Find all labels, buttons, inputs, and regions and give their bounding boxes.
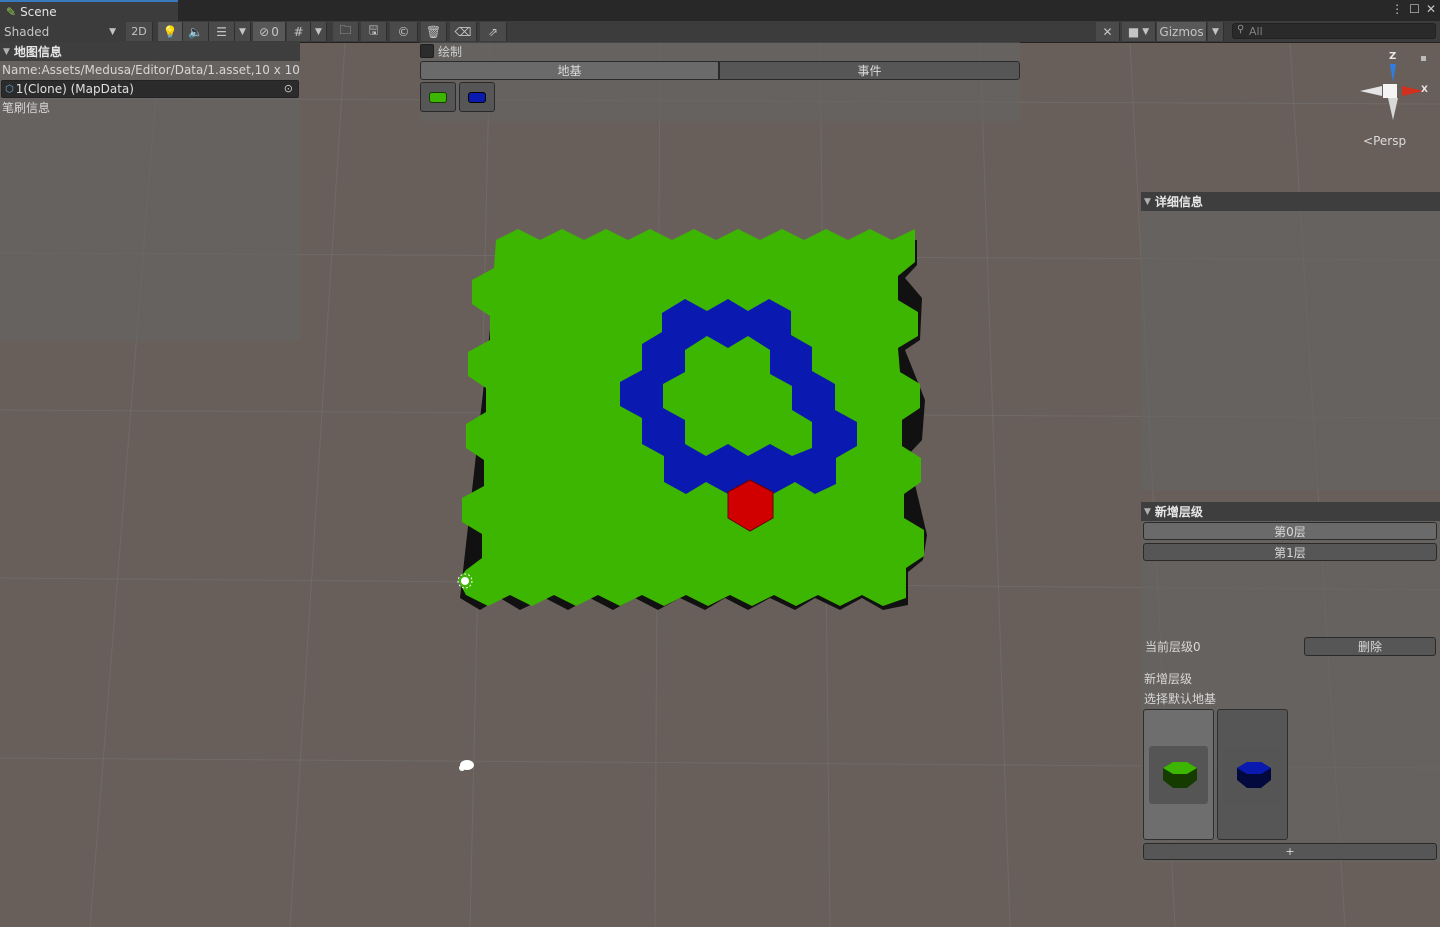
delete-layer-button[interactable]: 删除 [1304,637,1436,656]
layer-item-0-label: 第0层 [1274,524,1306,539]
map-data-object-label: 1(Clone) (MapData) [15,82,134,96]
layer-item-1[interactable]: 第1层 [1143,543,1437,561]
scene-icon: ✎ [6,4,17,19]
gizmo-z-label: Z [1389,51,1397,62]
green-tile-preview [1149,745,1208,804]
grid-toggle-icon[interactable]: # [287,22,311,41]
window-tab-bar: ✎ Scene ⋮ ☐ ✕ [0,0,1440,21]
chevron-down-icon: ▼ [1142,26,1150,37]
foldout-triangle-icon: ▼ [1144,196,1151,207]
window-controls: ⋮ ☐ ✕ [1391,2,1436,16]
details-title: 详细信息 [1154,195,1203,209]
scene-toolbar: Shaded ▼ 2D 💡 🔈 ☰ ▼ ⊘ 0 # ▼ 🗀 🖫 © 🗑 ⌫ ⇗ ✕… [0,21,1440,43]
draw-tabs: 地基 事件 [420,61,1020,80]
details-header[interactable]: ▼ 详细信息 [1141,192,1440,211]
brush-tile-list [420,82,1020,112]
projection-icon: < [1363,134,1374,148]
gizmos-button[interactable]: Gizmos [1157,22,1207,41]
tab-ground[interactable]: 地基 [420,61,719,80]
brush-green-tile[interactable] [420,82,456,112]
effects-toggle-icon[interactable]: ☰ [209,22,235,41]
layers-header[interactable]: ▼ 新增层级 [1141,502,1440,521]
2d-toggle-button[interactable]: 2D [126,22,153,41]
shading-mode-label: Shaded [4,24,50,39]
draw-checkbox[interactable] [420,44,434,58]
map-info-header[interactable]: ▼ 地图信息 [0,42,300,61]
more-options-icon[interactable]: ⋮ [1391,2,1403,16]
projection-toggle[interactable]: <Persp [1363,134,1406,148]
layers-title: 新增层级 [1154,505,1203,519]
maximize-icon[interactable]: ☐ [1409,2,1420,16]
map-ground [458,229,924,606]
current-layer-label: 当前层级0 [1145,640,1201,654]
foldout-triangle-icon: ▼ [3,46,10,57]
map-name-line: Name:Assets/Medusa/Editor/Data/1.asset,1… [2,63,300,77]
open-folder-icon[interactable]: 🗀 [333,22,359,41]
search-icon: ⚲ [1237,24,1245,35]
green-hex-icon [1162,761,1197,788]
add-layer-label: 新增层级 [1144,672,1193,686]
grid-dropdown-icon[interactable]: ▼ [311,22,327,41]
chevron-down-icon: ▼ [109,26,116,37]
hidden-eye-icon: ⊘ [259,24,270,39]
add-tile-label: + [1285,845,1295,858]
delete-layer-label: 删除 [1357,640,1382,654]
tools-icon[interactable]: ✕ [1096,22,1120,41]
green-tile-icon [429,91,447,103]
orientation-gizmo[interactable]: Z X <Persp [1352,50,1437,150]
search-placeholder: All [1249,24,1263,38]
lighting-toggle-icon[interactable]: 💡 [158,22,183,41]
prefab-icon: ⬡ [5,83,14,95]
blue-hex-icon [1236,761,1271,788]
brush-blue-tile[interactable] [459,82,495,112]
tab-scene-label: Scene [20,4,57,19]
close-icon[interactable]: ✕ [1426,2,1436,16]
foldout-triangle-icon: ▼ [1144,506,1151,517]
layers-panel: ▼ 新增层级 第0层 第1层 当前层级0 删除 新增层级 选择默认地基 + [1141,502,1440,862]
map-data-object-field[interactable]: ⬡ 1(Clone) (MapData) ⊙ [1,80,299,98]
delete-icon[interactable]: 🗑 [421,22,447,41]
details-panel: ▼ 详细信息 [1141,192,1440,490]
layer-item-0[interactable]: 第0层 [1143,522,1437,540]
scene-visibility-button[interactable]: ⊘ 0 [253,22,286,41]
shading-mode-dropdown[interactable]: Shaded ▼ [0,22,122,41]
layer-item-1-label: 第1层 [1274,545,1306,560]
audio-toggle-icon[interactable]: 🔈 [183,22,209,41]
search-input[interactable]: ⚲ All [1232,23,1436,39]
copy-icon[interactable]: © [390,22,418,41]
brush-info-label: 笔刷信息 [2,101,51,115]
gizmo-x-label: X [1421,85,1428,95]
default-base-blue-tile[interactable] [1217,709,1288,840]
gizmos-dropdown-icon[interactable]: ▼ [1208,22,1224,41]
camera-settings-button[interactable]: ■ ▼ [1122,22,1156,41]
draw-panel: 绘制 地基 事件 [420,42,1020,121]
eraser-icon[interactable]: ⌫ [450,22,477,41]
effects-dropdown-icon[interactable]: ▼ [235,22,251,41]
save-icon[interactable]: 🖫 [361,22,387,41]
blue-tile-preview [1223,745,1282,804]
tab-event-label: 事件 [857,64,882,78]
tab-ground-label: 地基 [557,64,582,78]
gizmos-label: Gizmos [1159,24,1204,39]
projection-label: Persp [1373,134,1407,148]
add-tile-button[interactable]: + [1143,843,1437,860]
map-info-panel: ▼ 地图信息 Name:Assets/Medusa/Editor/Data/1.… [0,42,300,341]
draw-toggle-row: 绘制 [420,42,1020,60]
default-base-label: 选择默认地基 [1144,692,1217,706]
tab-event[interactable]: 事件 [719,61,1020,80]
tab-scene[interactable]: ✎ Scene [0,0,178,21]
blue-tile-icon [468,91,486,103]
draw-toggle-label: 绘制 [438,44,463,59]
2d-label: 2D [131,25,147,38]
default-base-green-tile[interactable] [1143,709,1214,840]
map-info-title: 地图信息 [13,45,62,59]
external-link-icon[interactable]: ⇗ [480,22,507,41]
hidden-count: 0 [271,24,279,39]
camera-icon: ■ [1127,24,1140,39]
object-picker-icon[interactable]: ⊙ [284,82,293,95]
